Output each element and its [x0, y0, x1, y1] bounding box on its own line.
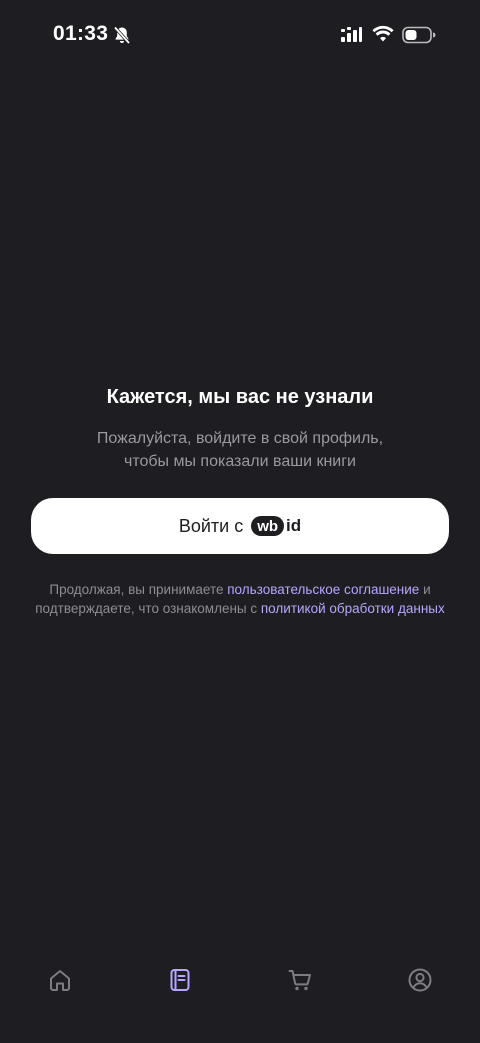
- nav-cart[interactable]: [286, 966, 314, 994]
- nav-my-books[interactable]: [166, 966, 194, 994]
- book-icon: [170, 969, 190, 991]
- signal-icon: [341, 27, 362, 42]
- bell-muted-icon: [113, 26, 131, 45]
- wbid-logo-wb: wb: [251, 516, 285, 536]
- login-wbid-button[interactable]: Войти с wb id: [31, 498, 449, 554]
- wbid-logo: wb id: [251, 516, 301, 536]
- nav-profile[interactable]: [406, 966, 434, 994]
- nav-home[interactable]: [46, 966, 74, 994]
- subtitle-line-1: Пожалуйста, войдите в свой профиль,: [96, 430, 384, 447]
- subtitle: Пожалуйста, войдите в свой профиль, чтоб…: [60, 427, 420, 473]
- subtitle-line-2: чтобы мы показали ваши книги: [123, 453, 356, 470]
- status-bar: 01:33: [0, 0, 480, 70]
- user-agreement-link[interactable]: пользовательское соглашение: [227, 582, 419, 597]
- battery-icon: [402, 26, 436, 44]
- status-time: 01:33: [53, 22, 109, 45]
- wbid-logo-id: id: [286, 516, 302, 535]
- legal-notice: Продолжая, вы принимаете пользовательско…: [30, 581, 450, 618]
- bottom-nav: [0, 958, 480, 1002]
- home-icon: [50, 970, 70, 991]
- legal-prefix: Продолжая, вы принимаете: [49, 582, 228, 597]
- privacy-policy-link[interactable]: политикой обработки данных: [261, 601, 445, 616]
- profile-icon: [408, 968, 432, 992]
- login-button-label: Войти с: [178, 515, 244, 536]
- page-title: Кажется, мы вас не узнали: [106, 386, 374, 408]
- wifi-icon: [372, 25, 394, 42]
- cart-icon: [288, 970, 311, 991]
